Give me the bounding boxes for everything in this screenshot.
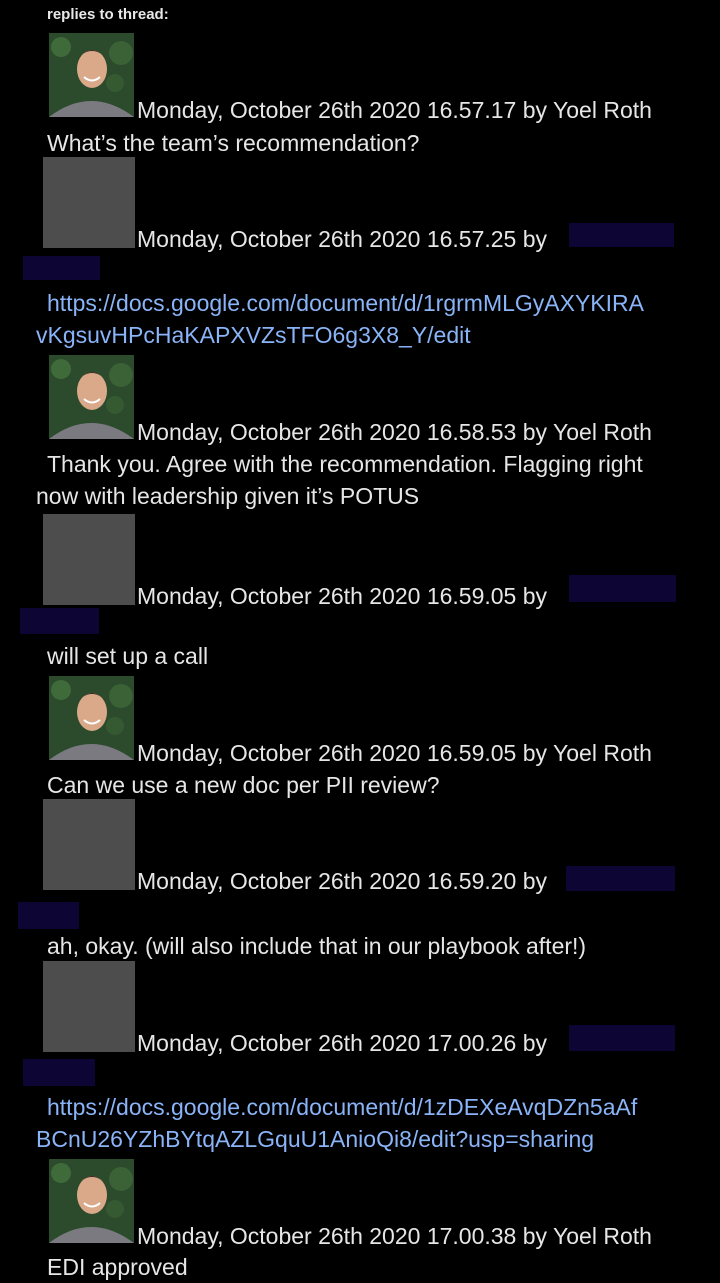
avatar-photo[interactable] bbox=[49, 1159, 134, 1243]
redaction-block bbox=[566, 866, 675, 891]
avatar-placeholder[interactable] bbox=[43, 514, 135, 605]
message-text: will set up a call bbox=[47, 643, 209, 669]
by-word: by bbox=[522, 97, 548, 123]
message-date: Monday, October 26th 2020 17.00.26 bbox=[137, 1030, 517, 1056]
message-date: Monday, October 26th 2020 17.00.38 bbox=[137, 1223, 517, 1249]
by-word: by bbox=[522, 419, 548, 445]
redaction-block bbox=[569, 1025, 675, 1051]
message-meta: Monday, October 26th 2020 16.59.05 by Yo… bbox=[137, 740, 652, 767]
avatar-placeholder[interactable] bbox=[43, 799, 135, 890]
message-meta: Monday, October 26th 2020 17.00.26 by bbox=[137, 1030, 547, 1057]
by-word: by bbox=[522, 1030, 548, 1056]
message-date: Monday, October 26th 2020 16.59.05 bbox=[137, 740, 517, 766]
by-word: by bbox=[522, 740, 548, 766]
by-word: by bbox=[522, 583, 548, 609]
redaction-block bbox=[23, 256, 100, 280]
message-meta: Monday, October 26th 2020 16.57.25 by bbox=[137, 226, 547, 253]
author-name[interactable]: Yoel Roth bbox=[553, 419, 652, 445]
message-date: Monday, October 26th 2020 16.59.05 bbox=[137, 583, 517, 609]
author-name[interactable]: Yoel Roth bbox=[553, 740, 652, 766]
message-date: Monday, October 26th 2020 16.58.53 bbox=[137, 419, 517, 445]
by-word: by bbox=[522, 226, 548, 252]
message-link[interactable]: vKgsuvHPcHaKAPXVZsTFO6g3X8_Y/edit bbox=[36, 319, 471, 351]
message-link[interactable]: https://docs.google.com/document/d/1rgrm… bbox=[47, 287, 644, 319]
message-text: EDI approved bbox=[47, 1254, 188, 1280]
message-date: Monday, October 26th 2020 16.57.17 bbox=[137, 97, 517, 123]
author-name[interactable]: Yoel Roth bbox=[553, 1223, 652, 1249]
avatar-photo[interactable] bbox=[49, 33, 134, 117]
redaction-block bbox=[18, 902, 79, 929]
redaction-block bbox=[569, 223, 674, 247]
avatar-placeholder[interactable] bbox=[43, 961, 135, 1052]
message-meta: Monday, October 26th 2020 16.58.53 by Yo… bbox=[137, 419, 652, 446]
redaction-block bbox=[20, 608, 99, 634]
message-text: Thank you. Agree with the recommendation… bbox=[47, 451, 643, 477]
message-date: Monday, October 26th 2020 16.57.25 bbox=[137, 226, 517, 252]
avatar-photo[interactable] bbox=[49, 676, 134, 760]
message-link[interactable]: BCnU26YZhBYtqAZLGquU1AnioQi8/edit?usp=sh… bbox=[36, 1123, 594, 1155]
message-meta: Monday, October 26th 2020 16.59.05 by bbox=[137, 583, 547, 610]
redaction-block bbox=[569, 575, 676, 602]
author-name[interactable]: Yoel Roth bbox=[553, 97, 652, 123]
message-meta: Monday, October 26th 2020 17.00.38 by Yo… bbox=[137, 1223, 652, 1250]
by-word: by bbox=[522, 1223, 548, 1249]
message-link[interactable]: https://docs.google.com/document/d/1zDEX… bbox=[47, 1091, 637, 1123]
message-text: ah, okay. (will also include that in our… bbox=[47, 933, 587, 959]
redaction-block bbox=[23, 1059, 95, 1086]
by-word: by bbox=[522, 868, 548, 894]
avatar-placeholder[interactable] bbox=[43, 157, 135, 248]
message-text: What’s the team’s recommendation? bbox=[47, 130, 420, 156]
message-text: Can we use a new doc per PII review? bbox=[47, 772, 440, 798]
message-text: now with leadership given it’s POTUS bbox=[36, 483, 420, 509]
thread-header: replies to thread: bbox=[47, 6, 169, 23]
message-meta: Monday, October 26th 2020 16.57.17 by Yo… bbox=[137, 97, 652, 124]
avatar-photo[interactable] bbox=[49, 355, 134, 439]
message-meta: Monday, October 26th 2020 16.59.20 by bbox=[137, 868, 547, 895]
message-date: Monday, October 26th 2020 16.59.20 bbox=[137, 868, 517, 894]
